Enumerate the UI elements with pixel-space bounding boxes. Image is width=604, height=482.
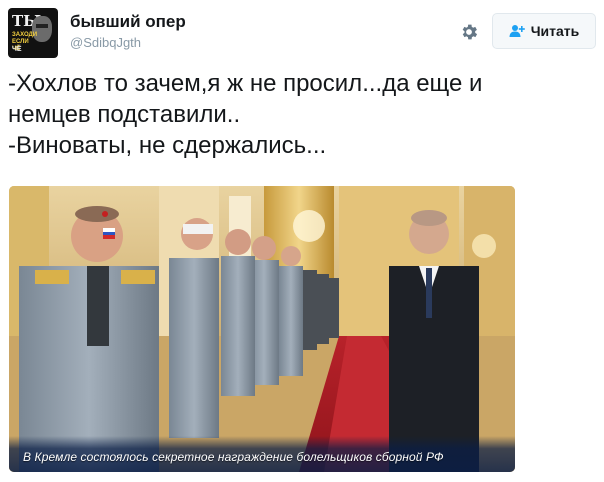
avatar-face xyxy=(32,16,52,42)
tweet-line: -Хохлов то зачем,я ж не просил...да еще … xyxy=(8,70,483,97)
user-handle[interactable]: @SdibqJgth xyxy=(70,34,186,52)
tweet-card: ТЫ ЗАХОДИ ЕСЛИ ЧЁ ЧЁ бывший опер @SdibqJ… xyxy=(0,0,604,482)
add-user-icon xyxy=(509,24,525,38)
photo-caption: В Кремле состоялось секретное награждени… xyxy=(9,436,515,472)
author-names[interactable]: бывший опер @SdibqJgth xyxy=(70,12,186,52)
tweet-line: немцев подставили.. xyxy=(8,101,241,128)
avatar[interactable]: ТЫ ЗАХОДИ ЕСЛИ ЧЁ ЧЁ xyxy=(8,8,58,58)
tweet-header: ТЫ ЗАХОДИ ЕСЛИ ЧЁ ЧЁ бывший опер @SdibqJ… xyxy=(8,8,598,60)
follow-button[interactable]: Читать xyxy=(492,13,596,49)
avatar-footer: ЧЁ xyxy=(12,46,22,53)
follow-label: Читать xyxy=(530,23,580,39)
tweet-photo[interactable]: В Кремле состоялось секретное награждени… xyxy=(9,186,515,472)
photo-caption-text: В Кремле состоялось секретное награждени… xyxy=(23,450,444,464)
display-name[interactable]: бывший опер xyxy=(70,12,186,32)
photo-illustration xyxy=(9,186,515,472)
tweet-line: -Виноваты, не сдержались... xyxy=(8,132,327,159)
tweet-text: -Хохлов то зачем,я ж не просил...да еще … xyxy=(8,68,594,161)
gear-icon[interactable] xyxy=(455,18,483,46)
